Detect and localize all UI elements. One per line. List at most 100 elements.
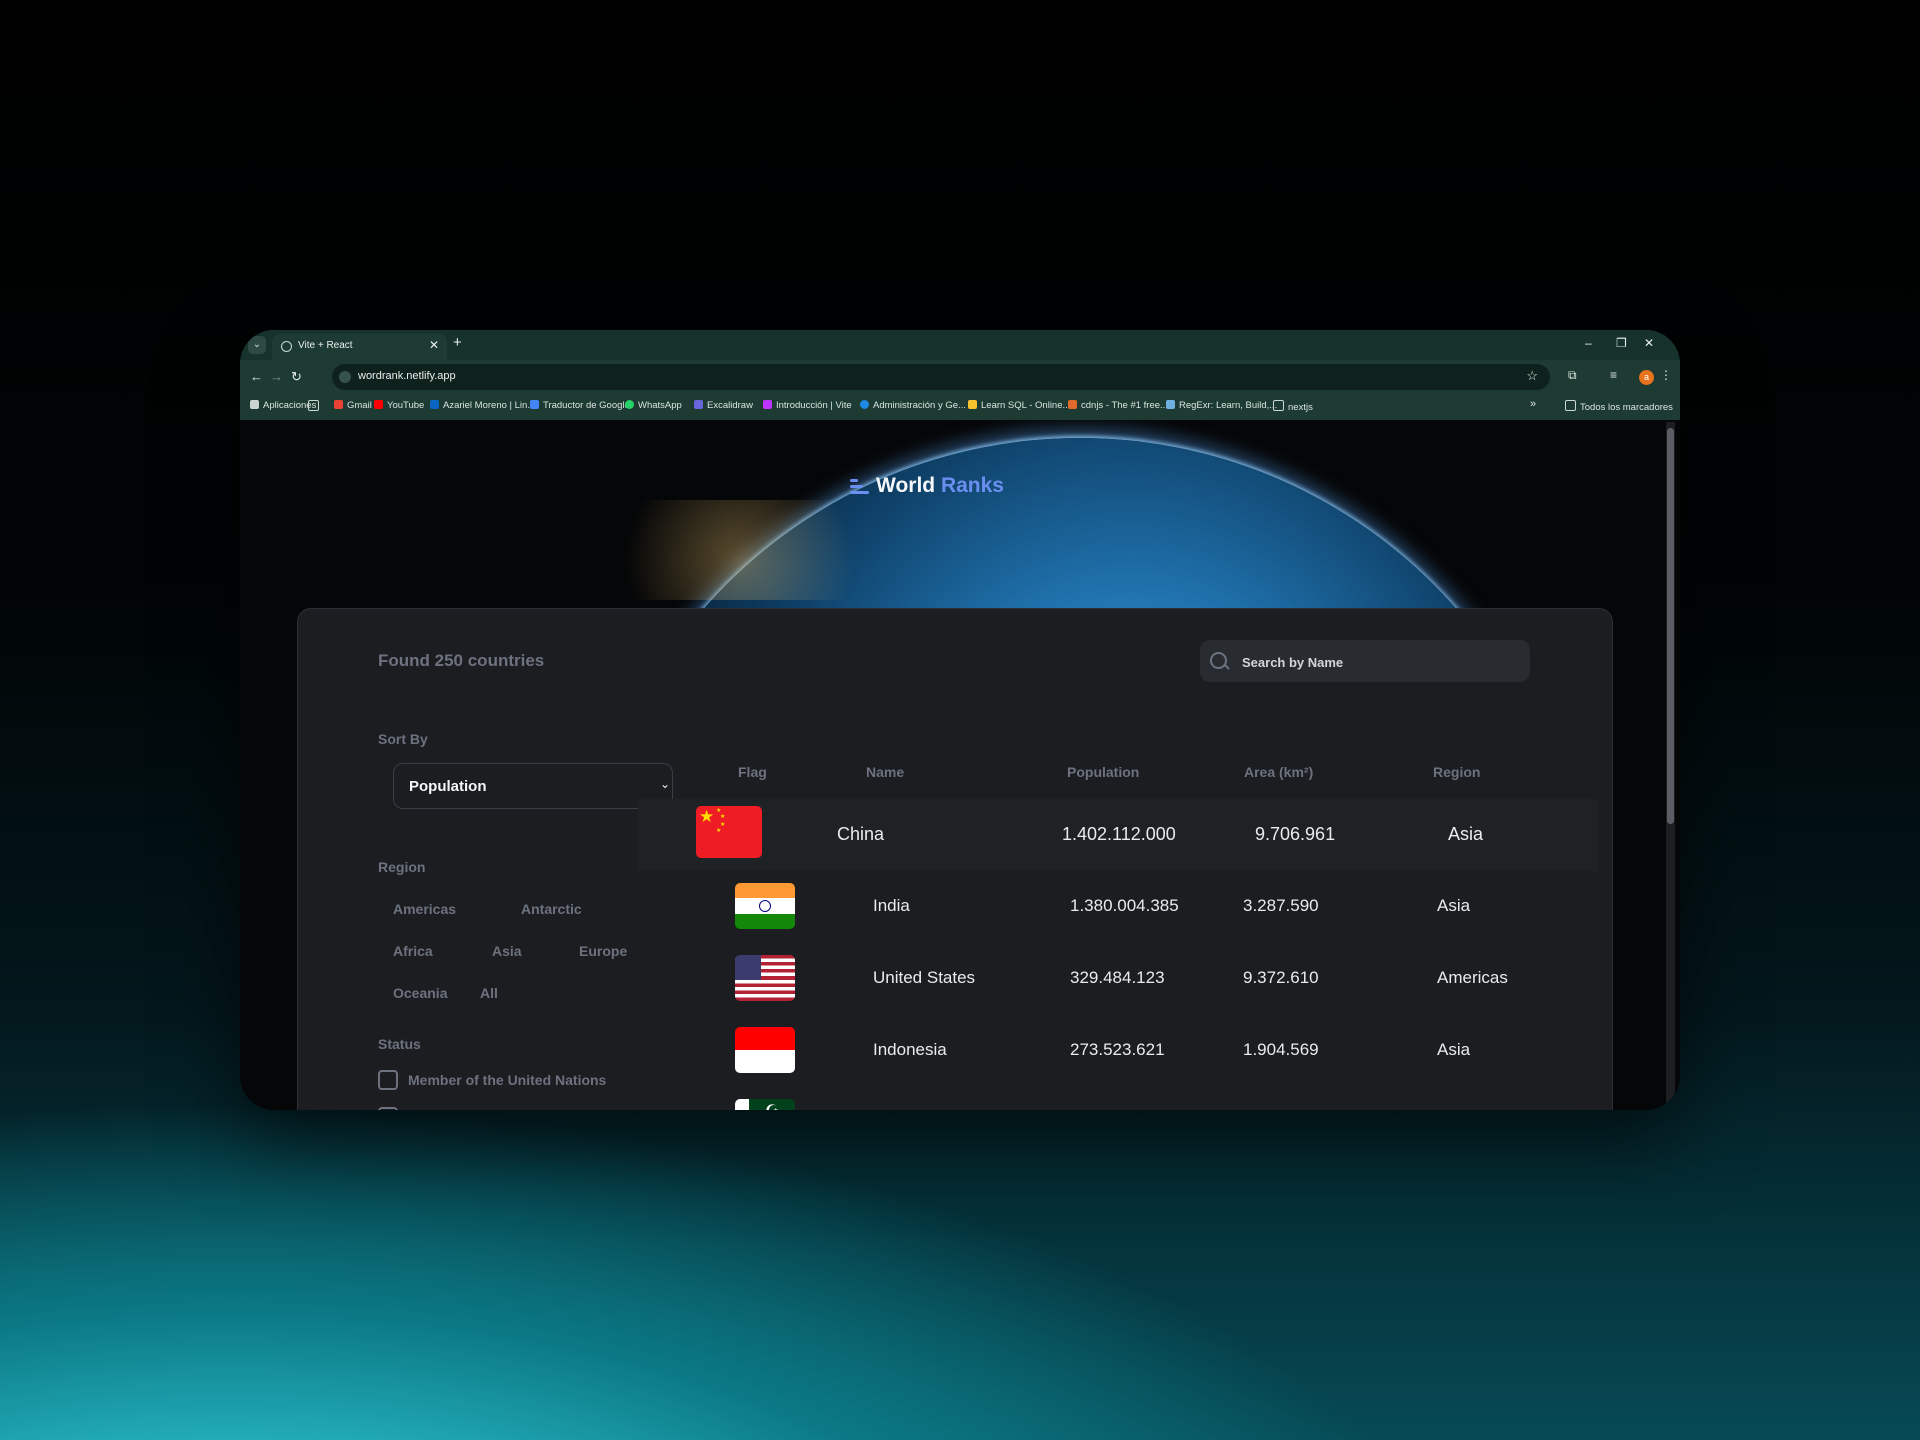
- folder-icon: [1565, 400, 1576, 411]
- bookmarks-overflow-icon[interactable]: »: [1530, 398, 1536, 410]
- country-area: 1.904.569: [1243, 1040, 1319, 1059]
- lightbulb-icon: [968, 400, 977, 409]
- address-bar[interactable]: wordrank.netlify.app ☆: [332, 364, 1550, 390]
- status-label: Status: [378, 1036, 421, 1052]
- bookmark-item[interactable]: Aplicaciones: [250, 400, 316, 411]
- country-area: 9.372.610: [1243, 968, 1319, 987]
- back-icon[interactable]: ←: [250, 369, 263, 384]
- linkedin-icon: [430, 400, 439, 409]
- gmail-icon: [334, 400, 343, 409]
- reload-icon[interactable]: ↻: [291, 369, 302, 385]
- restore-icon[interactable]: ❐: [1616, 336, 1627, 350]
- site-info-icon[interactable]: [339, 371, 351, 383]
- profile-avatar[interactable]: a: [1639, 370, 1654, 385]
- new-tab-icon[interactable]: +: [453, 334, 462, 351]
- search-box[interactable]: [1200, 640, 1530, 684]
- excalidraw-icon: [694, 400, 703, 409]
- bookmark-item[interactable]: YouTube: [374, 400, 424, 411]
- tab-search-icon[interactable]: ⌄: [248, 336, 266, 354]
- browser-window: ⌄ Vite + React ✕ + – ❐ ✕ ← → ↻ wordrank.…: [240, 330, 1680, 1110]
- bookmark-item[interactable]: WhatsApp: [625, 400, 682, 411]
- page-viewport: World Ranks Found 250 countries Sort By …: [240, 420, 1680, 1110]
- apps-grid-icon[interactable]: [308, 400, 323, 413]
- flag-usa-image: [735, 955, 795, 1001]
- search-icon: [1210, 652, 1227, 669]
- bookmark-item[interactable]: cdnjs - The #1 free...: [1068, 400, 1168, 411]
- media-icon[interactable]: ≡: [1610, 368, 1617, 382]
- header-region[interactable]: Region: [1433, 764, 1480, 780]
- translate-icon: [530, 400, 539, 409]
- country-population: 329.484.123: [1070, 968, 1165, 987]
- flag-indonesia-image: [735, 1027, 795, 1073]
- grid-icon: [308, 400, 319, 411]
- un-member-checkbox[interactable]: [378, 1070, 398, 1090]
- table-row[interactable]: India 1.380.004.385 3.287.590 Asia: [638, 871, 1598, 943]
- table-row[interactable]: United States 329.484.123 9.372.610 Amer…: [638, 943, 1598, 1015]
- table-row[interactable]: ★ ★ ★ ★ ★ China 1.402.112.000 9.706.961 …: [638, 799, 1598, 871]
- apps-icon: [250, 400, 259, 409]
- table-row[interactable]: ☪: [638, 1087, 1598, 1110]
- minimize-icon[interactable]: –: [1585, 336, 1592, 350]
- all-bookmarks-folder[interactable]: Todos los marcadores: [1565, 400, 1673, 413]
- flag-india-image: [735, 883, 795, 929]
- scrollbar-thumb[interactable]: [1667, 428, 1674, 824]
- whatsapp-icon: [625, 400, 634, 409]
- sort-select[interactable]: Population ⌄: [393, 763, 673, 809]
- region-label: Region: [378, 859, 426, 875]
- regexr-icon: [1166, 400, 1175, 409]
- sort-by-label: Sort By: [378, 731, 428, 747]
- region-chip-asia[interactable]: Asia: [492, 943, 522, 959]
- country-name: China: [837, 824, 885, 844]
- bookmark-item[interactable]: Azariel Moreno | Lin...: [430, 400, 535, 411]
- region-chip-all[interactable]: All: [480, 985, 498, 1001]
- region-chip-europe[interactable]: Europe: [579, 943, 627, 959]
- header-name[interactable]: Name: [866, 764, 904, 780]
- menu-icon[interactable]: ⋮: [1660, 368, 1672, 382]
- region-chip-americas[interactable]: Americas: [393, 901, 456, 917]
- header-population[interactable]: Population: [1067, 764, 1139, 780]
- extensions-icon[interactable]: ⧉: [1568, 368, 1577, 383]
- region-chip-africa[interactable]: Africa: [393, 943, 433, 959]
- region-chip-antarctic[interactable]: Antarctic: [521, 901, 582, 917]
- region-chip-oceania[interactable]: Oceania: [393, 985, 447, 1001]
- country-region: Americas: [1437, 968, 1508, 987]
- page-scrollbar[interactable]: [1666, 422, 1675, 1108]
- table-row[interactable]: Indonesia 273.523.621 1.904.569 Asia: [638, 1015, 1598, 1087]
- country-name: United States: [873, 968, 976, 987]
- bookmark-star-icon[interactable]: ☆: [1526, 368, 1538, 384]
- brand-word-world: World: [876, 474, 936, 497]
- bookmark-item[interactable]: Introducción | Vite: [763, 400, 852, 411]
- edge-icon: [860, 400, 869, 409]
- bookmark-item[interactable]: Administración y Ge...: [860, 400, 966, 411]
- header-area[interactable]: Area (km²): [1244, 764, 1313, 780]
- youtube-icon: [374, 400, 383, 409]
- chevron-down-icon: ⌄: [659, 777, 670, 791]
- country-region: Asia: [1448, 824, 1484, 844]
- country-area: 3.287.590: [1243, 896, 1319, 915]
- close-tab-icon[interactable]: ✕: [429, 338, 439, 352]
- close-window-icon[interactable]: ✕: [1644, 336, 1654, 350]
- un-member-label[interactable]: Member of the United Nations: [408, 1072, 606, 1088]
- bookmark-item[interactable]: Gmail: [334, 400, 372, 411]
- vite-icon: [763, 400, 772, 409]
- country-region: Asia: [1437, 1040, 1471, 1059]
- ranking-bars-icon: [850, 479, 869, 495]
- header-flag[interactable]: Flag: [738, 764, 767, 780]
- code-icon: [1068, 400, 1077, 409]
- globe-icon: [281, 341, 292, 352]
- bookmark-item[interactable]: Traductor de Google: [530, 400, 630, 411]
- city-lights-glow: [620, 500, 920, 600]
- browser-tab[interactable]: Vite + React ✕: [272, 334, 447, 360]
- forward-icon[interactable]: →: [270, 369, 283, 384]
- country-population: 1.402.112.000: [1062, 824, 1176, 844]
- bookmark-folder[interactable]: nextjs: [1273, 400, 1313, 413]
- search-input[interactable]: [1240, 640, 1524, 684]
- bookmark-item[interactable]: Learn SQL - Online...: [968, 400, 1070, 411]
- country-region: Asia: [1437, 896, 1471, 915]
- bookmark-item[interactable]: RegExr: Learn, Build,...: [1166, 400, 1277, 411]
- tab-title: Vite + React: [298, 340, 353, 351]
- url-text[interactable]: wordrank.netlify.app: [358, 370, 456, 382]
- independent-checkbox[interactable]: [378, 1107, 398, 1110]
- country-area: 9.706.961: [1255, 824, 1336, 844]
- bookmark-item[interactable]: Excalidraw: [694, 400, 753, 411]
